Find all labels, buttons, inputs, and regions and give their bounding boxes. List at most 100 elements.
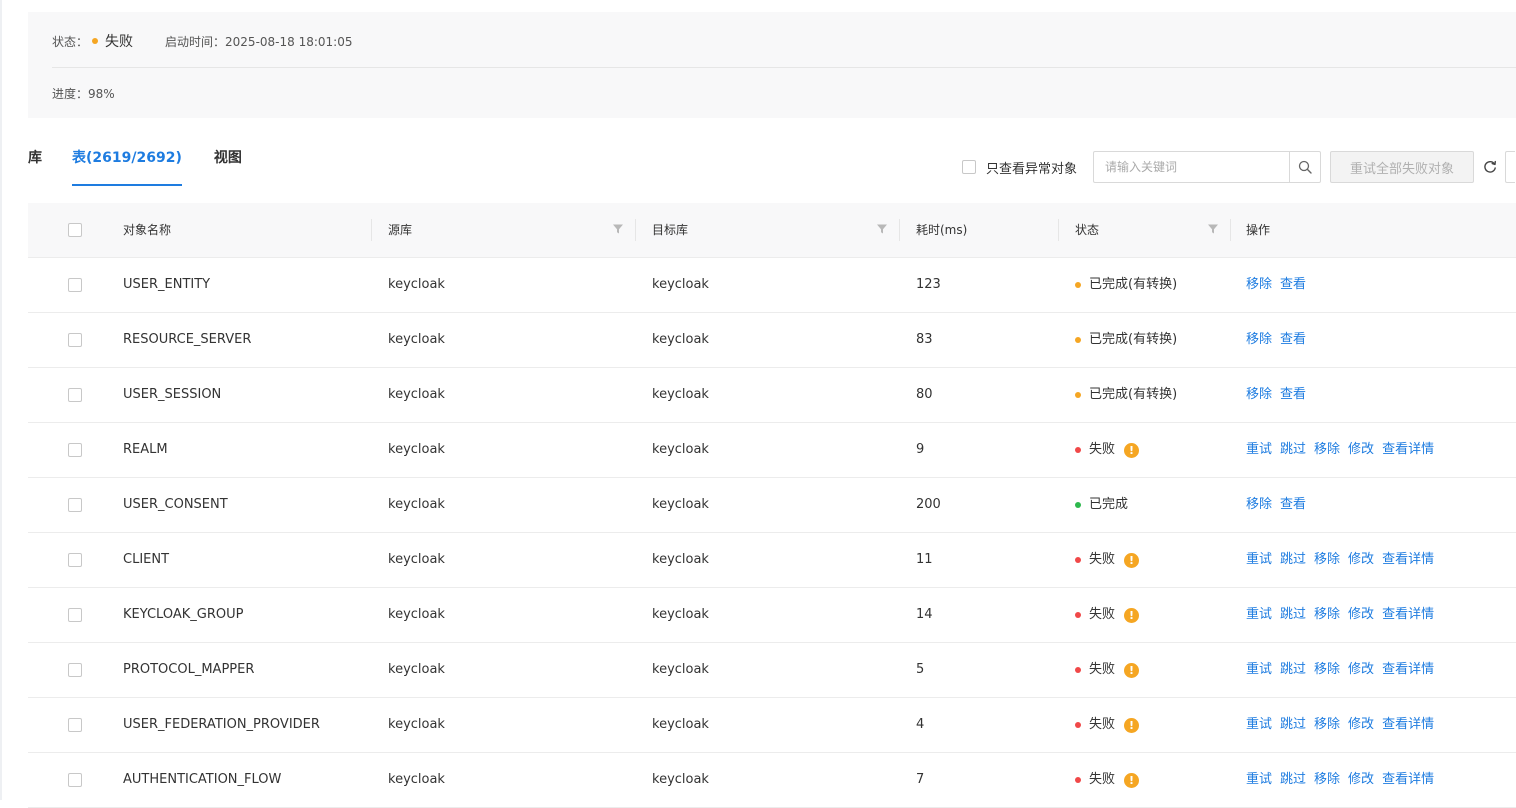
table-row: KEYCLOAK_GROUP keycloak keycloak 14 失败 !… xyxy=(28,588,1516,643)
skip-link[interactable]: 跳过 xyxy=(1280,643,1306,697)
source-db: keycloak xyxy=(388,607,445,622)
select-all-checkbox[interactable] xyxy=(68,223,82,237)
edit-link[interactable]: 修改 xyxy=(1348,753,1374,807)
target-db: keycloak xyxy=(652,277,709,292)
warning-icon[interactable]: ! xyxy=(1124,552,1140,568)
view-link[interactable]: 查看 xyxy=(1280,478,1306,532)
row-checkbox[interactable] xyxy=(68,773,82,787)
toolbar-extra-button[interactable] xyxy=(1505,151,1516,183)
row-checkbox[interactable] xyxy=(68,498,82,512)
filter-icon[interactable] xyxy=(1207,223,1219,235)
retry-all-failed-button[interactable]: 重试全部失败对象 xyxy=(1330,151,1475,183)
retry-link[interactable]: 重试 xyxy=(1246,588,1272,642)
view-link[interactable]: 查看 xyxy=(1280,258,1306,312)
retry-link[interactable]: 重试 xyxy=(1246,533,1272,587)
refresh-button[interactable] xyxy=(1482,159,1498,175)
row-checkbox[interactable] xyxy=(68,333,82,347)
object-name: USER_FEDERATION_PROVIDER xyxy=(123,717,320,732)
object-name: REALM xyxy=(123,442,168,457)
warning-icon[interactable]: ! xyxy=(1124,607,1140,623)
retry-link[interactable]: 重试 xyxy=(1246,643,1272,697)
filter-icon[interactable] xyxy=(876,223,888,235)
row-checkbox[interactable] xyxy=(68,663,82,677)
view-details-link[interactable]: 查看详情 xyxy=(1382,643,1434,697)
only-abnormal-label: 只查看异常对象 xyxy=(986,161,1078,177)
view-details-link[interactable]: 查看详情 xyxy=(1382,753,1434,807)
warning-icon[interactable]: ! xyxy=(1124,772,1140,788)
warning-icon[interactable]: ! xyxy=(1124,717,1140,733)
table-body: USER_ENTITY keycloak keycloak 123 已完成(有转… xyxy=(28,258,1516,808)
remove-link[interactable]: 移除 xyxy=(1246,368,1272,422)
view-details-link[interactable]: 查看详情 xyxy=(1382,423,1434,477)
row-status: 已完成 xyxy=(1075,478,1128,532)
skip-link[interactable]: 跳过 xyxy=(1280,698,1306,752)
start-time: 启动时间：2025-08-18 18:01:05 xyxy=(165,33,352,50)
edit-link[interactable]: 修改 xyxy=(1348,588,1374,642)
remove-link[interactable]: 移除 xyxy=(1314,588,1340,642)
tab-table[interactable]: 表(2619/2692) xyxy=(72,148,182,186)
view-details-link[interactable]: 查看详情 xyxy=(1382,533,1434,587)
skip-link[interactable]: 跳过 xyxy=(1280,753,1306,807)
edit-link[interactable]: 修改 xyxy=(1348,643,1374,697)
progress: 进度：98% xyxy=(52,85,115,102)
column-divider xyxy=(1058,219,1059,241)
skip-link[interactable]: 跳过 xyxy=(1280,533,1306,587)
row-status: 失败 ! xyxy=(1075,643,1140,697)
row-status: 失败 ! xyxy=(1075,423,1140,477)
edit-link[interactable]: 修改 xyxy=(1348,698,1374,752)
elapsed-ms: 83 xyxy=(916,332,933,347)
view-link[interactable]: 查看 xyxy=(1280,313,1306,367)
warning-icon[interactable]: ! xyxy=(1124,662,1140,678)
target-db: keycloak xyxy=(652,607,709,622)
table-row: PROTOCOL_MAPPER keycloak keycloak 5 失败 !… xyxy=(28,643,1516,698)
status-label: 状态： xyxy=(52,34,89,49)
edit-link[interactable]: 修改 xyxy=(1348,423,1374,477)
edit-link[interactable]: 修改 xyxy=(1348,533,1374,587)
remove-link[interactable]: 移除 xyxy=(1246,313,1272,367)
row-checkbox[interactable] xyxy=(68,388,82,402)
row-actions: 重试 跳过 移除 修改 查看详情 xyxy=(1246,698,1442,752)
column-divider xyxy=(899,219,900,241)
tab-view[interactable]: 视图 xyxy=(214,148,242,186)
table-row: USER_ENTITY keycloak keycloak 123 已完成(有转… xyxy=(28,258,1516,313)
skip-link[interactable]: 跳过 xyxy=(1280,423,1306,477)
remove-link[interactable]: 移除 xyxy=(1314,423,1340,477)
start-time-label: 启动时间： xyxy=(165,34,226,49)
table-toolbar: 只查看异常对象 重试全部失败对象 xyxy=(962,151,1516,183)
remove-link[interactable]: 移除 xyxy=(1246,258,1272,312)
status-text: 已完成(有转换) xyxy=(1089,332,1178,347)
row-checkbox[interactable] xyxy=(68,718,82,732)
remove-link[interactable]: 移除 xyxy=(1314,533,1340,587)
tab-database[interactable]: 库 xyxy=(28,148,42,186)
row-checkbox[interactable] xyxy=(68,553,82,567)
remove-link[interactable]: 移除 xyxy=(1314,698,1340,752)
filter-icon[interactable] xyxy=(612,223,624,235)
view-details-link[interactable]: 查看详情 xyxy=(1382,588,1434,642)
row-checkbox[interactable] xyxy=(68,608,82,622)
remove-link[interactable]: 移除 xyxy=(1246,478,1272,532)
row-checkbox[interactable] xyxy=(68,443,82,457)
warning-icon[interactable]: ! xyxy=(1124,442,1140,458)
row-checkbox[interactable] xyxy=(68,278,82,292)
remove-link[interactable]: 移除 xyxy=(1314,753,1340,807)
status-dot xyxy=(1075,502,1081,508)
only-abnormal-toggle[interactable]: 只查看异常对象 xyxy=(962,158,1077,177)
source-db: keycloak xyxy=(388,332,445,347)
remove-link[interactable]: 移除 xyxy=(1314,643,1340,697)
object-name: KEYCLOAK_GROUP xyxy=(123,607,244,622)
only-abnormal-checkbox[interactable] xyxy=(962,160,976,174)
view-link[interactable]: 查看 xyxy=(1280,368,1306,422)
search-button[interactable] xyxy=(1289,151,1322,183)
skip-link[interactable]: 跳过 xyxy=(1280,588,1306,642)
status-dot xyxy=(1075,612,1081,618)
view-details-link[interactable]: 查看详情 xyxy=(1382,698,1434,752)
retry-link[interactable]: 重试 xyxy=(1246,698,1272,752)
table-row: USER_SESSION keycloak keycloak 80 已完成(有转… xyxy=(28,368,1516,423)
retry-link[interactable]: 重试 xyxy=(1246,753,1272,807)
target-db: keycloak xyxy=(652,662,709,677)
task-summary-panel: 状态： 失败 启动时间：2025-08-18 18:01:05 进度：98% xyxy=(28,12,1516,118)
retry-link[interactable]: 重试 xyxy=(1246,423,1272,477)
search-input[interactable] xyxy=(1093,151,1290,183)
status-dot xyxy=(1075,722,1081,728)
source-db: keycloak xyxy=(388,387,445,402)
